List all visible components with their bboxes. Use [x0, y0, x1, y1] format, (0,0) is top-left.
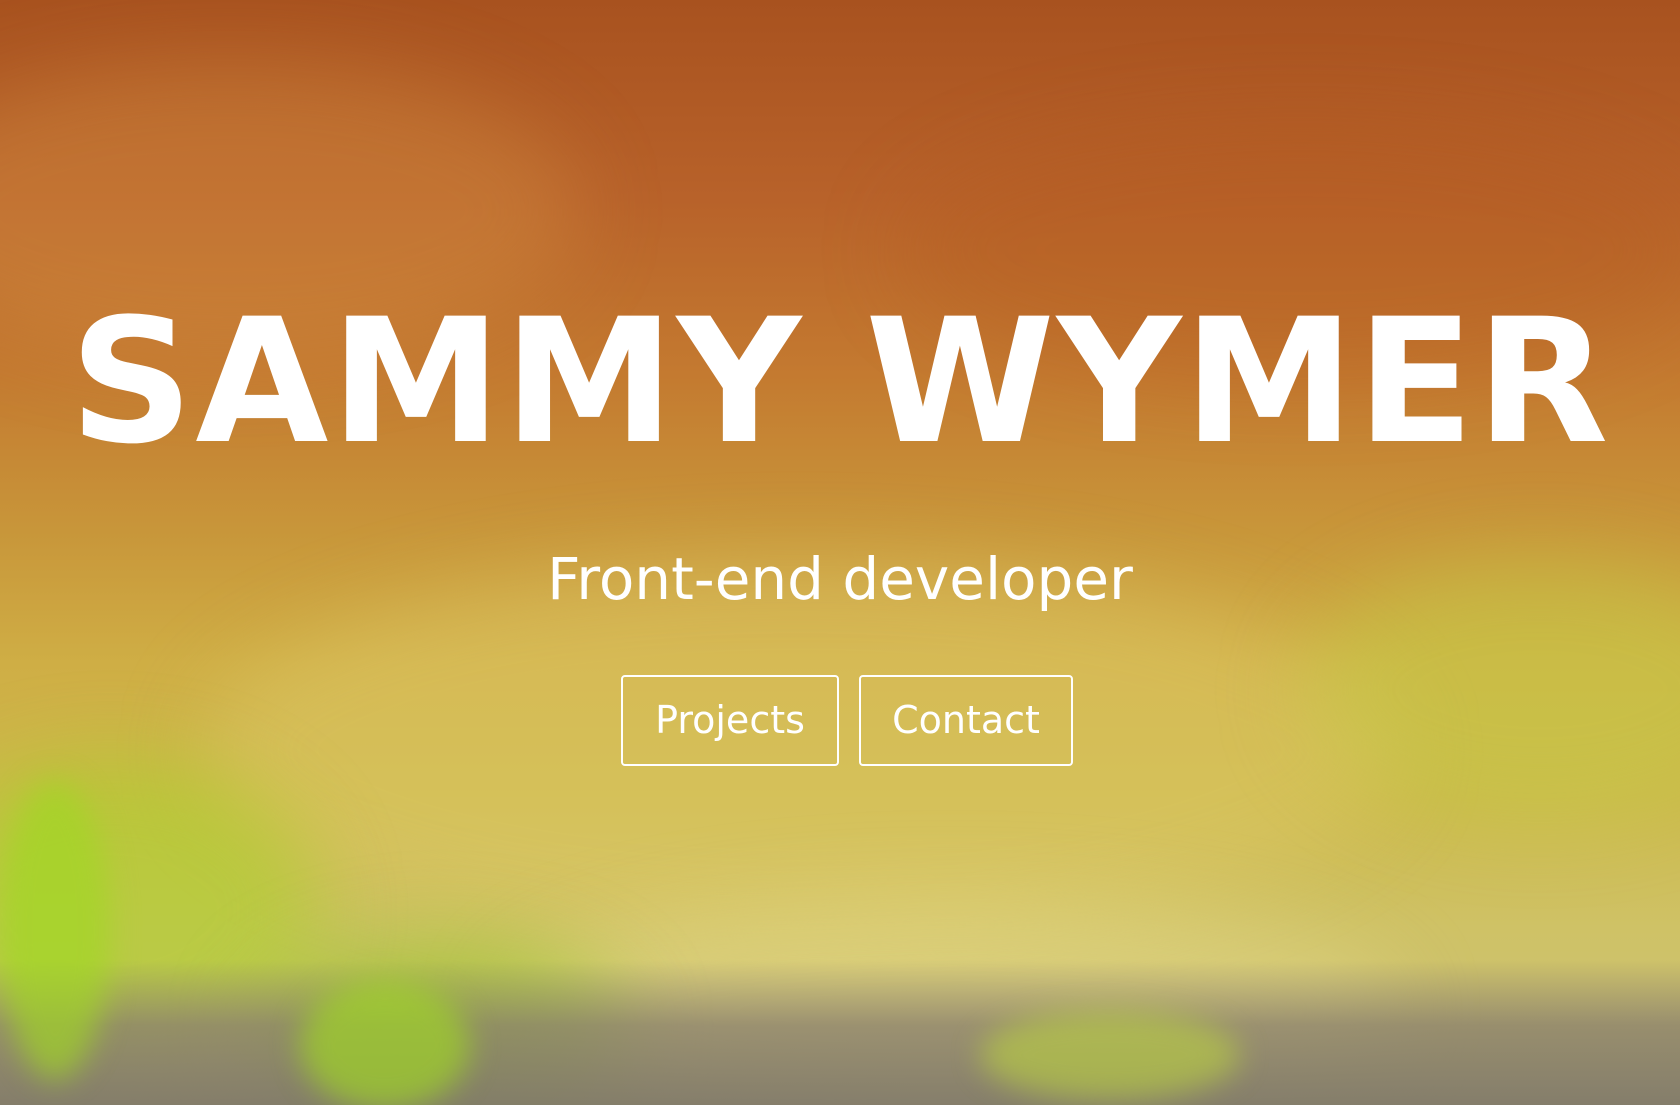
page-title: SAMMY WYMER [69, 281, 1611, 482]
page-subtitle: Front-end developer [547, 545, 1133, 613]
contact-button[interactable]: Contact [859, 675, 1073, 766]
hero-content: SAMMY WYMER Front-end developer Projects… [0, 0, 1680, 1105]
projects-button[interactable]: Projects [621, 675, 839, 766]
